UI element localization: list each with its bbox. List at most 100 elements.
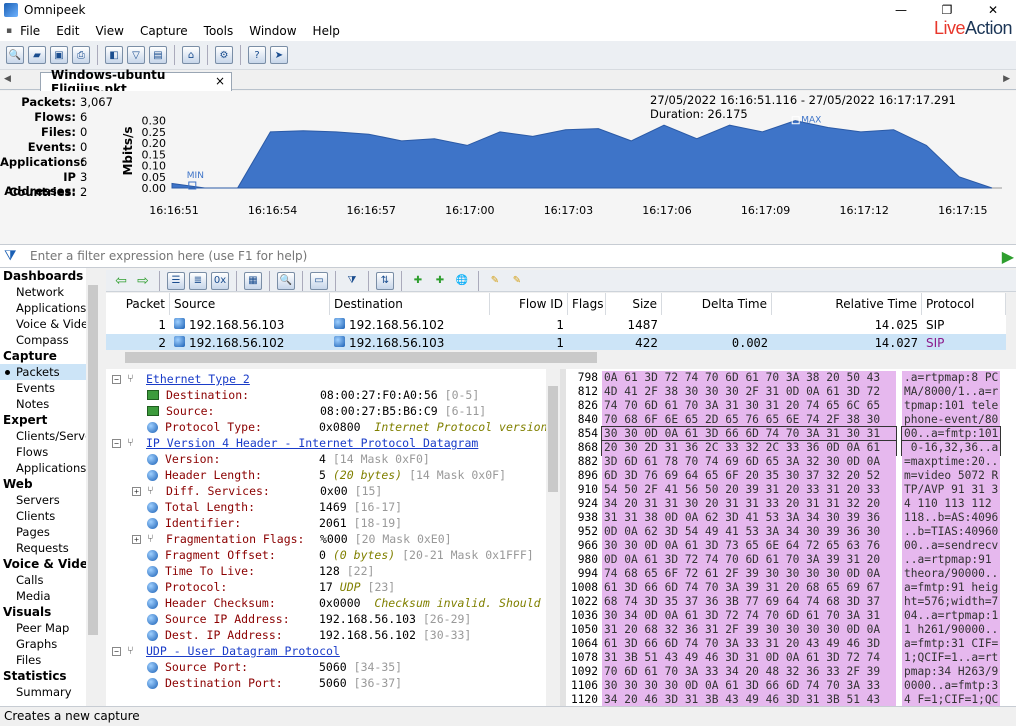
decode-field[interactable]: Header Checksum: 0x0000 Checksum invalid.…: [132, 595, 541, 611]
hex-ascii[interactable]: a=fmtp:91 heig: [902, 581, 1000, 595]
hex-ascii[interactable]: 04..a=rtpmap:1: [902, 609, 1000, 623]
hex-bytes[interactable]: 0D 0A 61 3D 72 74 70 6D 61 70 3A 39 31 2…: [602, 553, 896, 567]
sidebar-category[interactable]: Voice & Video: [0, 556, 99, 572]
add-icon[interactable]: ✚: [409, 272, 427, 290]
open-icon[interactable]: ▰: [28, 46, 46, 64]
decode-field[interactable]: Protocol: 17 UDP [23]: [132, 579, 395, 595]
column-header-flow-id[interactable]: Flow ID: [490, 293, 568, 315]
tab-scroll-left-icon[interactable]: ◀: [4, 74, 11, 84]
hex-bytes[interactable]: 34 20 31 31 30 20 31 31 33 20 31 31 32 2…: [602, 497, 896, 511]
menu-tools[interactable]: Tools: [196, 24, 242, 38]
hex-row[interactable]: 1036 30 34 0D 0A 61 3D 72 74 70 6D 61 70 …: [566, 609, 1016, 623]
decode-section[interactable]: − ⑂ UDP - User Datagram Protocol: [112, 643, 340, 659]
column-header-relative-time[interactable]: Relative Time: [772, 293, 922, 315]
expand-toggle-icon[interactable]: −: [112, 374, 121, 384]
sidebar-item-files[interactable]: Files: [0, 652, 99, 668]
hex-bytes[interactable]: 34 20 46 3D 31 3B 43 49 46 3D 31 3B 51 4…: [602, 693, 896, 706]
decode-field[interactable]: Protocol Type: 0x0800 Internet Protocol v…: [132, 419, 546, 435]
hex-row[interactable]: 826 74 70 6D 61 70 3A 31 30 31 20 74 65 6…: [566, 399, 1016, 413]
apply-filter-icon[interactable]: ▶: [1002, 247, 1014, 266]
hex-row[interactable]: 994 74 68 65 6F 72 61 2F 39 30 30 30 30 0…: [566, 567, 1016, 581]
start-page-icon[interactable]: 🔍: [6, 46, 24, 64]
column-header-source[interactable]: Source: [170, 293, 330, 315]
forward-icon[interactable]: ⇨: [134, 272, 152, 290]
decode-section[interactable]: − ⑂ Ethernet Type 2: [112, 371, 250, 387]
hex-row[interactable]: 1120 34 20 46 3D 31 3B 43 49 46 3D 31 3B …: [566, 693, 1016, 706]
new-capture-icon[interactable]: ◧: [105, 46, 123, 64]
sidebar-item-media[interactable]: Media: [0, 588, 99, 604]
split-icon[interactable]: ▭: [310, 271, 328, 290]
hex-bytes[interactable]: 70 6D 61 70 3A 33 34 20 48 32 36 33 2F 3…: [602, 665, 896, 679]
hex-ascii[interactable]: 00..a=fmtp:101: [901, 426, 1001, 442]
sidebar-item-pages[interactable]: Pages: [0, 524, 99, 540]
packet-table-hscroll-thumb[interactable]: [125, 352, 597, 363]
hex-row[interactable]: 882 3D 6D 61 78 70 74 69 6D 65 3A 32 30 0…: [566, 455, 1016, 469]
sidebar-category[interactable]: Statistics: [0, 668, 99, 684]
hex-row[interactable]: 798 0A 61 3D 72 74 70 6D 61 70 3A 38 20 5…: [566, 371, 1016, 385]
save-icon[interactable]: ▣: [50, 46, 68, 64]
decode-field[interactable]: + ⑂ Fragmentation Flags: %000 [20 Mask 0xE0…: [132, 531, 452, 547]
maximize-button[interactable]: ❐: [924, 0, 970, 20]
filter-icon[interactable]: ▽: [127, 46, 145, 64]
hex-row[interactable]: 1022 68 74 3D 35 37 36 3B 77 69 64 74 68 …: [566, 595, 1016, 609]
hex-ascii[interactable]: m=video 5072 R: [902, 469, 1000, 483]
decode-field[interactable]: Header Length: 5 (20 bytes) [14 Mask 0x0F…: [132, 467, 506, 483]
hex-ascii[interactable]: 1;QCIF=1..a=rt: [902, 651, 1000, 665]
sidebar-item-flows[interactable]: Flows: [0, 444, 99, 460]
hex-bytes[interactable]: 0D 0A 62 3D 54 49 41 53 3A 34 30 39 36 3…: [602, 525, 896, 539]
sidebar-category[interactable]: Web: [0, 476, 99, 492]
hex-ascii[interactable]: theora/90000..: [902, 567, 1000, 581]
sidebar-item-compass[interactable]: Compass: [0, 332, 99, 348]
hex-ascii[interactable]: phone-event/80: [902, 413, 1000, 427]
forensic-icon[interactable]: ⌂: [182, 46, 200, 64]
hex-ascii[interactable]: =maxptime:20..: [902, 455, 1000, 469]
sidebar-category[interactable]: Expert: [0, 412, 99, 428]
hex-bytes[interactable]: 31 3B 51 43 49 46 3D 31 0D 0A 61 3D 72 7…: [602, 651, 896, 665]
hex-bytes[interactable]: 0A 61 3D 72 74 70 6D 61 70 3A 38 20 50 4…: [602, 371, 896, 385]
hex-ascii[interactable]: ..a=rtpmap:91: [902, 553, 1000, 567]
hex-bytes[interactable]: 61 3D 66 6D 74 70 3A 39 31 20 68 65 69 6…: [602, 581, 896, 595]
decode-field[interactable]: Source: 08:00:27:B5:B6:C9 [6-11]: [132, 403, 486, 419]
decode-field[interactable]: Dest. IP Address: 192.168.56.102 [30-33]: [132, 627, 471, 643]
sidebar-item-applications[interactable]: Applications: [0, 460, 99, 476]
help-icon[interactable]: ?: [248, 46, 266, 64]
column-header-packet[interactable]: Packet: [106, 293, 170, 315]
column-header-protocol[interactable]: Protocol: [922, 293, 1006, 315]
hex-ascii[interactable]: pmap:34 H263/9: [902, 665, 1000, 679]
sidebar-item-requests[interactable]: Requests: [0, 540, 99, 556]
section-title[interactable]: IP Version 4 Header - Internet Protocol …: [146, 435, 478, 451]
hex-ascii[interactable]: tpmap:101 tele: [902, 399, 1000, 413]
decode-field[interactable]: Identifier: 2061 [18-19]: [132, 515, 402, 531]
edit-icon[interactable]: ✎: [486, 272, 504, 290]
column-header-size[interactable]: Size: [606, 293, 662, 315]
sidebar-item-packets[interactable]: Packets: [0, 364, 99, 380]
hex-bytes[interactable]: 70 68 6F 6E 65 2D 65 76 65 6E 74 2F 38 3…: [602, 413, 896, 427]
decode-field[interactable]: Source IP Address: 192.168.56.103 [26-29]: [132, 611, 471, 627]
hex-ascii[interactable]: 4 110 113 112: [902, 497, 1000, 511]
hex-row[interactable]: 952 0D 0A 62 3D 54 49 41 53 3A 34 30 39 3…: [566, 525, 1016, 539]
sidebar-category[interactable]: Visuals: [0, 604, 99, 620]
decode-field[interactable]: Version: 4 [14 Mask 0xF0]: [132, 451, 430, 467]
decode-field[interactable]: Total Length: 1469 [16-17]: [132, 499, 402, 515]
menu-view[interactable]: View: [87, 24, 131, 38]
search-icon[interactable]: 🔍: [277, 271, 295, 290]
hex-row[interactable]: 1050 31 20 68 32 36 31 2F 39 30 30 30 30 …: [566, 623, 1016, 637]
hex-ascii[interactable]: TP/AVP 91 31 3: [902, 483, 1000, 497]
sidebar-item-notes[interactable]: Notes: [0, 396, 99, 412]
hex-ascii[interactable]: 4 F=1;CIF=1;QC: [902, 693, 1000, 706]
hex-ascii[interactable]: ..b=TIAS:40960: [902, 525, 1000, 539]
hex-bytes[interactable]: 30 30 0D 0A 61 3D 73 65 6E 64 72 65 63 7…: [602, 539, 896, 553]
hex-row[interactable]: 924 34 20 31 31 30 20 31 31 33 20 31 31 3…: [566, 497, 1016, 511]
hex-row[interactable]: 910 54 50 2F 41 56 50 20 39 31 20 33 31 2…: [566, 483, 1016, 497]
columns-icon[interactable]: ▦: [244, 271, 262, 290]
decode-field[interactable]: Fragment Offset: 0 (0 bytes) [20-21 Mask …: [132, 547, 534, 563]
hex-ascii[interactable]: 1 h261/90000..: [902, 623, 1000, 637]
column-header-delta-time[interactable]: Delta Time: [662, 293, 772, 315]
sidebar-item-clients[interactable]: Clients: [0, 508, 99, 524]
hex-row[interactable]: 966 30 30 0D 0A 61 3D 73 65 6E 64 72 65 6…: [566, 539, 1016, 553]
hex-row[interactable]: 938 31 31 38 0D 0A 62 3D 41 53 3A 34 30 3…: [566, 511, 1016, 525]
flow-icon[interactable]: ⇅: [376, 271, 394, 290]
hex-row[interactable]: 1078 31 3B 51 43 49 46 3D 31 0D 0A 61 3D …: [566, 651, 1016, 665]
tab-close-icon[interactable]: ×: [215, 74, 225, 88]
hex-row[interactable]: 854 30 30 0D 0A 61 3D 66 6D 74 70 3A 31 3…: [566, 426, 1016, 442]
